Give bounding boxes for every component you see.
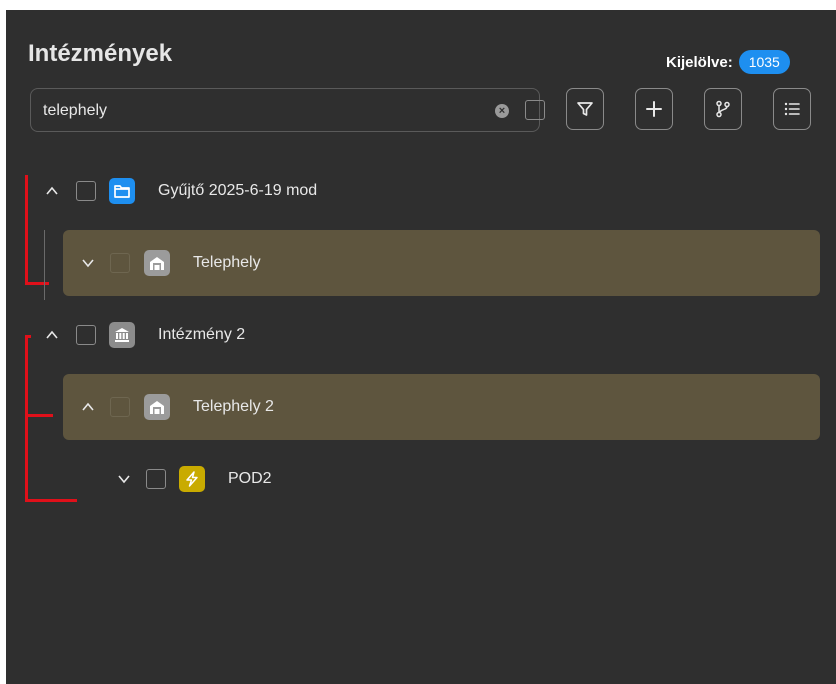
tree-row[interactable]: Gyűjtő 2025-6-19 mod — [6, 158, 836, 224]
tree-row[interactable]: POD2 — [6, 446, 836, 512]
tree-row[interactable]: Telephely 2 — [63, 374, 820, 440]
warehouse-icon — [144, 394, 170, 420]
tree-row-label: Gyűjtő 2025-6-19 mod — [158, 182, 318, 199]
annotation-bracket — [25, 414, 53, 417]
search-box: × — [30, 88, 545, 132]
tree-row-label: Telephely — [193, 254, 261, 271]
panel-title: Intézmények — [28, 40, 173, 67]
plus-icon — [646, 101, 662, 117]
branch-icon — [716, 100, 730, 118]
annotation-bracket — [25, 282, 49, 285]
chevron-up-icon[interactable] — [44, 183, 60, 199]
selected-count-badge: 1035 — [738, 50, 790, 74]
row-checkbox[interactable] — [110, 253, 130, 273]
tree-row-label: POD2 — [228, 470, 272, 487]
institutions-panel: Intézmények Kijelölve: 1035 × — [6, 10, 836, 684]
tree-guide-line — [44, 230, 45, 300]
tree-row-label: Intézmény 2 — [158, 326, 246, 343]
search-exact-checkbox[interactable] — [525, 100, 545, 120]
warehouse-icon — [144, 250, 170, 276]
add-button[interactable] — [635, 88, 673, 130]
chevron-up-icon[interactable] — [44, 327, 60, 343]
selected-label: Kijelölve: — [666, 53, 733, 71]
filter-icon — [577, 102, 593, 116]
clear-search-icon[interactable]: × — [495, 104, 509, 118]
filter-button[interactable] — [566, 88, 604, 130]
selected-counter: Kijelölve: 1035 — [666, 50, 790, 74]
lightning-icon — [179, 466, 205, 492]
row-checkbox[interactable] — [76, 325, 96, 345]
folder-icon — [109, 178, 135, 204]
chevron-down-icon[interactable] — [80, 255, 96, 271]
branch-button[interactable] — [704, 88, 742, 130]
chevron-down-icon[interactable] — [116, 471, 132, 487]
row-checkbox[interactable] — [76, 181, 96, 201]
tree-row[interactable]: Telephely — [63, 230, 820, 296]
row-checkbox[interactable] — [110, 397, 130, 417]
row-checkbox[interactable] — [146, 469, 166, 489]
search-input[interactable] — [41, 97, 465, 125]
list-view-button[interactable] — [773, 88, 811, 130]
list-icon — [784, 102, 800, 116]
tree-row-label: Telephely 2 — [193, 398, 274, 415]
institution-icon — [109, 322, 135, 348]
tree-row[interactable]: Intézmény 2 — [6, 302, 836, 368]
chevron-up-icon[interactable] — [80, 399, 96, 415]
